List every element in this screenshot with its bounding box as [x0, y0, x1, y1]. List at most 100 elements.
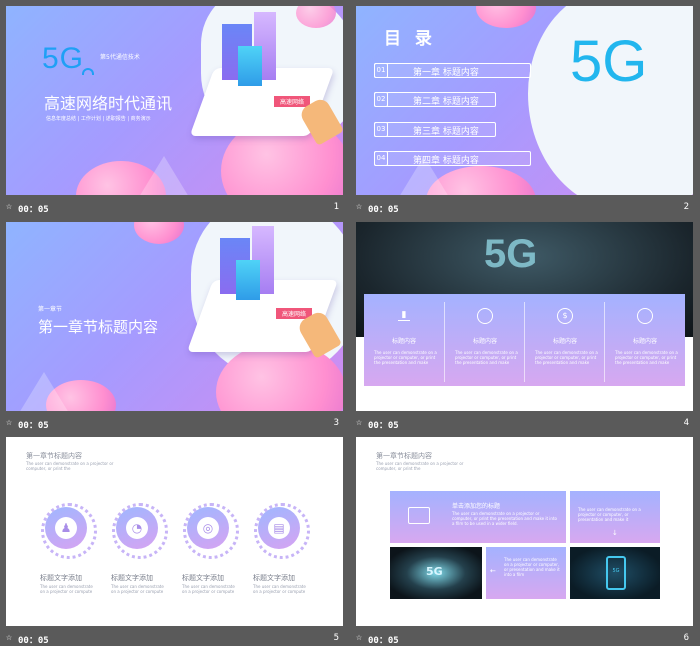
slide-title: 高速网络时代通讯: [44, 94, 173, 113]
feature-card[interactable]: 标题内容 The user can demonstrate on a proje…: [604, 302, 685, 382]
feature-card-text: The user can demonstrate on a projector …: [615, 350, 678, 365]
slide-canvas: 目 录 5G 01 第一章 标题内容 02 第二章 标题内容 03 第三章 标题…: [356, 6, 693, 195]
slide-canvas: 第一章节标题内容 The user can demonstrate on a p…: [6, 437, 343, 626]
globe-icon: [477, 308, 493, 324]
toc-item-label: 第三章 标题内容: [413, 127, 479, 137]
target-icon: ◎: [197, 517, 219, 539]
image-5g-label: 5G: [426, 565, 443, 578]
feature-card-label: 标题内容: [632, 338, 657, 345]
team-icon: ♟: [55, 517, 77, 539]
slide-number: 3: [333, 418, 339, 428]
transition-star-icon: ☆: [356, 417, 363, 428]
slide-number: 2: [683, 202, 689, 212]
slide-number: 1: [333, 202, 339, 212]
item-label: 标题文字添加: [182, 574, 224, 582]
box-text: The user can demonstrate on a projector …: [452, 511, 557, 526]
slide-canvas: 第一章节 第一章节标题内容 高速网络: [6, 222, 343, 411]
transition-star-icon: ☆: [6, 417, 13, 428]
pie-chart-icon: ◔: [126, 517, 148, 539]
toc-item[interactable]: 03 第三章 标题内容: [374, 122, 496, 137]
decor-circle: [134, 222, 184, 244]
toc-heading: 目 录: [384, 29, 436, 49]
slide-canvas: 第一章节标题内容 The user can demonstrate on a p…: [356, 437, 693, 626]
logo-5g: 5G: [570, 29, 648, 94]
feature-card-label: 标题内容: [391, 338, 416, 345]
building-illustration: [238, 46, 262, 86]
box-text: The user can demonstrate on a projector …: [504, 557, 560, 577]
slide-number: 4: [683, 418, 689, 428]
feature-card-label: 标题内容: [472, 338, 497, 345]
slide-timing: 00：05: [368, 205, 399, 215]
tunnel-photo: 5G: [390, 547, 482, 599]
slide-title: 第一章节标题内容: [376, 452, 432, 460]
logo-5g: 5G: [42, 42, 85, 75]
slide-timing: 00：05: [18, 421, 49, 431]
wifi-icon: [82, 68, 94, 75]
arrow-down-icon: ↓: [612, 529, 618, 537]
toc-item-number: 03: [374, 122, 388, 137]
box-title: 单击添加您的标题: [452, 503, 501, 510]
slide-canvas: 5G 第5代通信技术 高速网络时代通讯 信息年度总结 | 工作计划 | 述职报告…: [6, 6, 343, 195]
slide-status-bar: ☆ 00：05 2: [356, 199, 693, 215]
slide-timing: 00：05: [18, 205, 49, 215]
slide-timing: 00：05: [18, 636, 49, 646]
slide-status-bar: ☆ 00：05 5: [6, 630, 343, 646]
section-kicker: 第一章节: [38, 306, 63, 313]
toc-item[interactable]: 04 第四章 标题内容: [374, 151, 531, 166]
toc-item-label: 第二章 标题内容: [413, 97, 479, 107]
toc-item[interactable]: 02 第二章 标题内容: [374, 92, 496, 107]
arrow-left-icon: ←: [490, 567, 496, 575]
feature-card-label: 标题内容: [552, 338, 577, 345]
toc-item-label: 第一章 标题内容: [413, 68, 479, 78]
building-illustration: [236, 260, 260, 300]
transition-star-icon: ☆: [356, 632, 363, 643]
clipboard-icon: ▤: [268, 517, 290, 539]
phone-banner: 高速网络: [274, 96, 311, 107]
feature-card-text: The user can demonstrate on a projector …: [455, 350, 518, 365]
feature-card[interactable]: ▮ 标题内容 The user can demonstrate on a pro…: [364, 302, 444, 382]
slide-timing: 00：05: [368, 421, 399, 431]
transition-star-icon: ☆: [6, 632, 13, 643]
box-text: The user can demonstrate on a projector …: [578, 507, 641, 522]
slide-number: 6: [683, 633, 689, 643]
phone-5g-photo: 5G: [570, 547, 660, 599]
feature-card[interactable]: $ 标题内容 The user can demonstrate on a pro…: [524, 302, 605, 382]
item-text: The user can demonstrate on a projector …: [111, 584, 164, 594]
content-box-side: The user can demonstrate on a projector …: [570, 491, 660, 543]
transition-star-icon: ☆: [356, 201, 363, 212]
slide-timing: 00：05: [368, 636, 399, 646]
image-5g-label: 5G: [612, 568, 620, 574]
slide-title: 第一章节标题内容: [26, 452, 82, 460]
item-text: The user can demonstrate on a projector …: [253, 584, 306, 594]
toc-item-label: 第四章 标题内容: [413, 156, 479, 166]
slide-number: 5: [333, 633, 339, 643]
slide-subtitle: 信息年度总结 | 工作计划 | 述职报告 | 商务演示: [46, 116, 151, 122]
feature-card[interactable]: 标题内容 The user can demonstrate on a proje…: [444, 302, 525, 382]
gear-badge: ♟: [41, 503, 97, 559]
toc-item-number: 04: [374, 151, 388, 166]
gear-badge: ▤: [254, 503, 310, 559]
dollar-icon: $: [557, 308, 573, 324]
tagline: 第5代通信技术: [100, 54, 140, 61]
item-text: The user can demonstrate on a projector …: [182, 584, 235, 594]
toc-item[interactable]: 01 第一章 标题内容: [374, 63, 531, 78]
decor-circle: [476, 6, 536, 28]
hero-5g-text: 5G: [484, 232, 538, 276]
transition-star-icon: ☆: [6, 201, 13, 212]
slide-status-bar: ☆ 00：05 6: [356, 630, 693, 646]
slide-canvas: 5G ▮ 标题内容 The user can demonstrate on a …: [356, 222, 693, 411]
slide-title: 第一章节标题内容: [38, 318, 159, 336]
slide-status-bar: ☆ 00：05 4: [356, 415, 693, 431]
slide-description: The user can demonstrate on a projector …: [26, 461, 114, 471]
slide-description: The user can demonstrate on a projector …: [376, 461, 464, 471]
feature-card-text: The user can demonstrate on a projector …: [535, 350, 598, 365]
gear-badge: ◎: [183, 503, 239, 559]
item-label: 标题文字添加: [253, 574, 295, 582]
decor-triangle: [136, 156, 192, 195]
feature-card-text: The user can demonstrate on a projector …: [374, 350, 437, 365]
phone-icon: 5G: [606, 556, 626, 590]
item-label: 标题文字添加: [40, 574, 82, 582]
decor-triangle: [16, 372, 72, 411]
item-text: The user can demonstrate on a projector …: [40, 584, 93, 594]
earth-icon: [637, 308, 653, 324]
